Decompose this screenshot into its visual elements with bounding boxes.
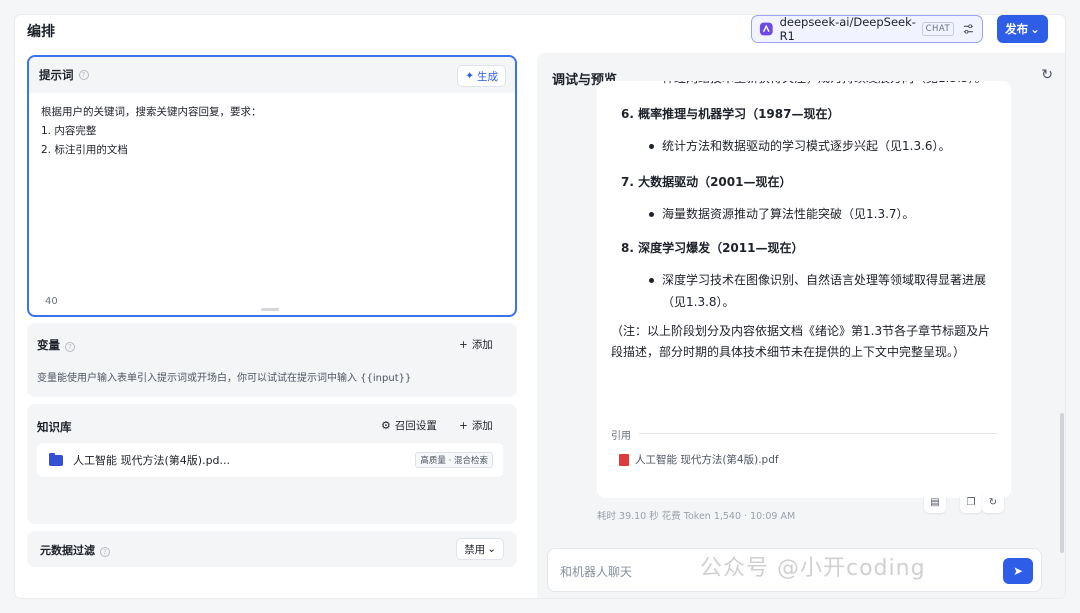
- knowledge-item[interactable]: 人工智能 现代方法(第4版).pd... 高质量 · 混合检索: [37, 443, 503, 477]
- orchestration-panel: 提示词 ? ✦ 生成 根据用户的关键词，搜索关键内容回复，要求： 1. 内容完整 …: [15, 45, 535, 598]
- citation-label: 引用: [611, 431, 631, 442]
- model-type-badge: CHAT: [921, 22, 955, 36]
- prompt-header: 提示词 ? ✦ 生成: [29, 57, 515, 93]
- document-icon[interactable]: ▤: [924, 491, 946, 513]
- message-stats: 耗时 39.10 秒 花费 Token 1,540 · 10:09 AM: [597, 511, 796, 522]
- model-logo-icon: [759, 22, 773, 36]
- regenerate-icon[interactable]: ↻: [982, 491, 1004, 513]
- list-item: 深度学习技术在图像识别、自然语言处理等领域取得显著进展（见1.3.8）。: [597, 269, 1011, 313]
- help-icon[interactable]: ?: [78, 70, 89, 80]
- pdf-file-icon: [619, 453, 629, 466]
- message-actions: ▤ ❐ ↻: [924, 491, 1004, 513]
- citation-divider: [639, 433, 997, 434]
- restart-icon[interactable]: ↻: [1041, 67, 1053, 83]
- list-item: 神经网络技术重新获得关注，成为持续发展方向（见1.3.5）。: [597, 81, 1011, 89]
- chevron-down-icon: ⌄: [487, 543, 496, 555]
- knowledge-title: 知识库: [37, 420, 72, 434]
- char-counter: 40: [45, 296, 58, 307]
- variables-title: 变量?: [37, 337, 75, 353]
- recall-settings-icon: ⚙: [381, 419, 391, 432]
- metadata-filter-row: 元数据过滤? 禁用 ⌄: [27, 531, 517, 567]
- section-heading: 7. 大数据驱动（2001—现在）: [621, 175, 792, 189]
- help-icon[interactable]: ?: [65, 342, 75, 352]
- plus-icon: +: [459, 419, 468, 432]
- folder-icon: [49, 452, 63, 466]
- watermark: 公众号 @小开coding: [700, 556, 926, 581]
- citation-item[interactable]: 人工智能 现代方法(第4版).pdf: [619, 452, 779, 467]
- prompt-textarea[interactable]: 根据用户的关键词，搜索关键内容回复，要求： 1. 内容完整 2. 标注引用的文档: [29, 93, 515, 170]
- section-heading: 8. 深度学习爆发（2011—现在）: [621, 241, 804, 255]
- chevron-down-icon: ⌄: [1030, 22, 1040, 36]
- metadata-filter-select[interactable]: 禁用 ⌄: [456, 538, 504, 560]
- resize-handle[interactable]: [261, 308, 279, 311]
- help-icon[interactable]: ?: [100, 547, 110, 557]
- page-title: 编排: [27, 24, 55, 40]
- generate-label: 生成: [477, 70, 498, 83]
- send-icon: ➤: [1012, 564, 1024, 578]
- chat-placeholder: 和机器人聊天: [560, 565, 633, 579]
- section-heading: 6. 概率推理与机器学习（1987—现在）: [621, 107, 840, 121]
- metadata-filter-title: 元数据过滤?: [40, 542, 110, 558]
- settings-sliders-icon[interactable]: [962, 22, 975, 36]
- retrieval-mode-badge: 高质量 · 混合检索: [415, 452, 493, 468]
- answer-note: （注：以上阶段划分及内容依据文档《绪论》第1.3节各子章节标题及片段描述，部分时…: [611, 324, 991, 359]
- model-selector[interactable]: deepseek-ai/DeepSeek-R1 CHAT: [751, 15, 983, 43]
- add-knowledge-button[interactable]: + 添加: [459, 418, 493, 433]
- publish-label: 发布: [1005, 22, 1029, 36]
- send-button[interactable]: ➤: [1003, 558, 1033, 584]
- top-bar: 编排 deepseek-ai/DeepSeek-R1 CHAT 发布 ⌄: [15, 15, 1065, 45]
- message-content: 神经网络技术重新获得关注，成为持续发展方向（见1.3.5）。 6. 概率推理与机…: [597, 81, 1011, 363]
- sparkle-icon: ✦: [465, 70, 474, 82]
- generate-button[interactable]: ✦ 生成: [457, 65, 506, 87]
- assistant-message: 神经网络技术重新获得关注，成为持续发展方向（见1.3.5）。 6. 概率推理与机…: [597, 81, 1011, 498]
- add-variable-button[interactable]: + 添加: [459, 337, 493, 352]
- recall-settings-button[interactable]: ⚙ 召回设置: [381, 418, 437, 433]
- scrollbar[interactable]: [1060, 413, 1064, 553]
- plus-icon: +: [459, 338, 468, 351]
- app-frame: 编排 deepseek-ai/DeepSeek-R1 CHAT 发布 ⌄ 提示词 …: [15, 15, 1065, 598]
- list-item: 海量数据资源推动了算法性能突破（见1.3.7）。: [597, 203, 1011, 225]
- copy-icon[interactable]: ❐: [960, 491, 982, 513]
- knowledge-section: 知识库 ⚙ 召回设置 + 添加 人工智能 现代方法(第4版).pd... 高质量 ·…: [27, 404, 517, 524]
- prompt-editor[interactable]: 提示词 ? ✦ 生成 根据用户的关键词，搜索关键内容回复，要求： 1. 内容完整 …: [27, 55, 517, 317]
- model-name: deepseek-ai/DeepSeek-R1: [779, 15, 916, 43]
- preview-panel: 调试与预览 ↻ 神经网络技术重新获得关注，成为持续发展方向（见1.3.5）。 6…: [537, 53, 1065, 598]
- knowledge-item-name: 人工智能 现代方法(第4版).pd...: [73, 454, 231, 467]
- prompt-title: 提示词: [39, 68, 74, 82]
- publish-button[interactable]: 发布 ⌄: [997, 15, 1048, 43]
- variables-description: 变量能使用户输入表单引入提示词或开场白，你可以试试在提示词中输入 {{input…: [37, 373, 412, 384]
- variables-section: 变量? + 添加 变量能使用户输入表单引入提示词或开场白，你可以试试在提示词中输入…: [27, 323, 517, 397]
- list-item: 统计方法和数据驱动的学习模式逐步兴起（见1.3.6）。: [597, 135, 1011, 157]
